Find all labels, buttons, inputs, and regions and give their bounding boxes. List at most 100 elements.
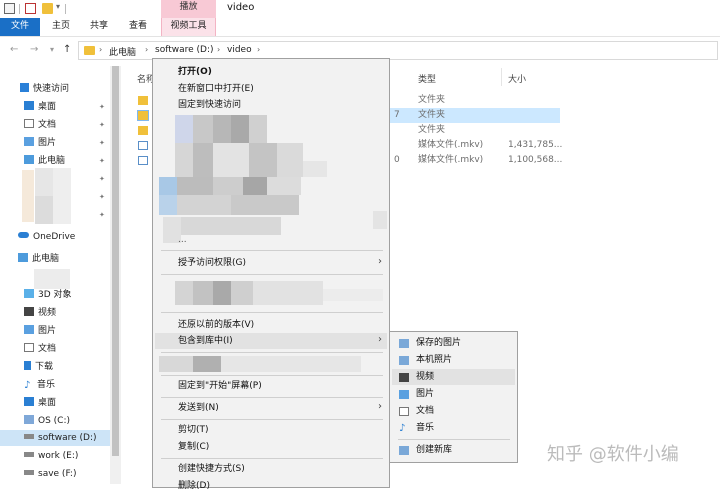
submenu-item-create-new-library[interactable]: 创建新库 [416,442,452,458]
pin-icon: ✦ [99,193,105,201]
submenu-item-music[interactable]: 音乐 [416,420,434,436]
menu-separator [161,312,383,313]
submenu-item-documents[interactable]: 文档 [416,403,434,419]
music-icon: ♪ [399,423,406,434]
chevron-right-icon: › [378,334,382,345]
pictures-icon [24,325,34,334]
include-library-submenu: 保存的图片 本机照片 视频 图片 文档 ♪ 音乐 创建新库 [389,331,518,463]
chevron-right-icon[interactable]: › [217,45,220,54]
nav-scrollbar[interactable] [110,66,121,484]
menu-separator [161,397,383,398]
menu-item-send-to[interactable]: 发送到(N) [178,400,219,416]
breadcrumb-drive[interactable]: software (D:) [155,45,214,55]
nav-item-drive-d[interactable]: software (D:) [0,430,110,446]
tab-file[interactable]: 文件 [0,18,40,36]
nav-item-desktop[interactable]: 桌面 [24,99,56,115]
pixelated-region [213,177,243,195]
properties-icon[interactable] [25,3,36,14]
column-divider[interactable] [501,68,502,86]
divider [65,4,66,14]
submenu-item-videos[interactable]: 视频 [416,369,434,385]
new-folder-icon[interactable] [42,3,53,14]
nav-item-desktop-pc[interactable]: 桌面 [24,395,56,411]
pixelated-region [213,281,231,305]
submenu-item-saved-pictures[interactable]: 保存的图片 [416,335,461,351]
menu-item-include-in-library[interactable]: 包含到库中(I) [178,333,233,349]
blurred-region [35,168,53,196]
cloud-icon [18,232,29,238]
file-row[interactable]: 媒体文件(.mkv) 1,431,785... [380,138,562,153]
menu-item-pin-quick-access[interactable]: 固定到快速访问 [178,97,241,113]
back-icon[interactable]: ← [10,44,18,55]
nav-item-music[interactable]: ♪ 音乐 [24,377,55,393]
menu-separator [161,375,383,376]
file-row[interactable]: 文件夹 [380,93,560,108]
tab-share[interactable]: 共享 [82,18,116,36]
pixelated-region [253,281,323,305]
up-icon[interactable]: ↑ [63,44,71,55]
customize-toolbar-icon[interactable]: ▾ [56,2,60,11]
ribbon-tabs: 文件 主页 共享 查看 视频工具 [0,18,720,37]
breadcrumb-video[interactable]: video [227,45,252,55]
nav-quick-access[interactable]: 快速访问 [20,81,69,97]
system-menu-icon[interactable] [4,3,15,14]
window-title: video [227,2,255,13]
submenu-item-camera-roll[interactable]: 本机照片 [416,352,452,368]
menu-item-open[interactable]: 打开(O) [178,64,212,80]
menu-item-open-new-window[interactable]: 在新窗口中打开(E) [178,81,254,97]
submenu-item-pictures[interactable]: 图片 [416,386,434,402]
nav-onedrive[interactable]: OneDrive [18,229,75,245]
chevron-right-icon[interactable]: › [257,45,260,54]
menu-item-delete[interactable]: 删除(D) [178,478,210,494]
pixelated-region [193,281,213,305]
nav-item-drive-c[interactable]: OS (C:) [24,413,70,429]
menu-separator [161,274,383,275]
recent-locations-icon[interactable]: ▾ [50,45,54,54]
file-row-selected[interactable]: 7 文件夹 [380,108,560,123]
star-icon [20,83,29,92]
nav-item-drive-f[interactable]: save (F:) [24,466,76,482]
menu-item-obscured[interactable]: ... [178,235,187,245]
forward-icon[interactable]: → [30,44,38,55]
context-tab-group-play: 播放 [161,0,216,18]
nav-item-pictures[interactable]: 图片 [24,135,56,151]
file-row[interactable]: 文件夹 [380,123,560,138]
nav-item-documents[interactable]: 文档 [24,117,56,133]
menu-item-copy[interactable]: 复制(C) [178,439,209,455]
menu-item-restore-versions[interactable]: 还原以前的版本(V) [178,317,254,333]
pictures-icon [24,137,34,146]
pixelated-region [193,356,221,372]
computer-icon [18,253,28,262]
nav-item-3d-objects[interactable]: 3D 对象 [24,287,72,303]
pixelated-region [175,143,193,177]
nav-item-documents-pc[interactable]: 文档 [24,341,56,357]
nav-item-downloads[interactable]: 下载 [24,359,53,375]
pixelated-region [231,195,299,215]
document-icon [24,119,34,128]
nav-item-drive-e[interactable]: work (E:) [24,448,78,464]
nav-this-pc[interactable]: 此电脑 [18,251,59,267]
nav-item-pictures-pc[interactable]: 图片 [24,323,56,339]
nav-item-this-pc-quick[interactable]: 此电脑 [24,153,65,169]
pixelated-region [373,211,387,229]
tab-view[interactable]: 查看 [120,18,156,36]
tab-video-tools[interactable]: 视频工具 [161,18,216,36]
breadcrumb-this-pc[interactable]: 此电脑 [109,45,136,58]
scrollbar-thumb[interactable] [112,66,119,456]
menu-item-pin-start[interactable]: 固定到"开始"屏幕(P) [178,378,262,394]
chevron-right-icon[interactable]: › [99,45,102,54]
library-icon [399,339,409,348]
menu-item-grant-access[interactable]: 授予访问权限(G) [178,255,246,271]
tab-home[interactable]: 主页 [44,18,78,36]
pin-icon: ✦ [99,157,105,165]
nav-item-videos[interactable]: 视频 [24,305,56,321]
chevron-right-icon[interactable]: › [145,45,148,54]
menu-item-create-shortcut[interactable]: 创建快捷方式(S) [178,461,245,477]
column-header-size[interactable]: 大小 [508,72,526,85]
cube-icon [24,289,34,298]
divider [19,4,20,14]
file-row[interactable]: 0 媒体文件(.mkv) 1,100,568... [380,153,562,168]
menu-item-cut[interactable]: 剪切(T) [178,422,209,438]
column-header-type[interactable]: 类型 [418,72,436,85]
pixelated-region [175,281,193,305]
